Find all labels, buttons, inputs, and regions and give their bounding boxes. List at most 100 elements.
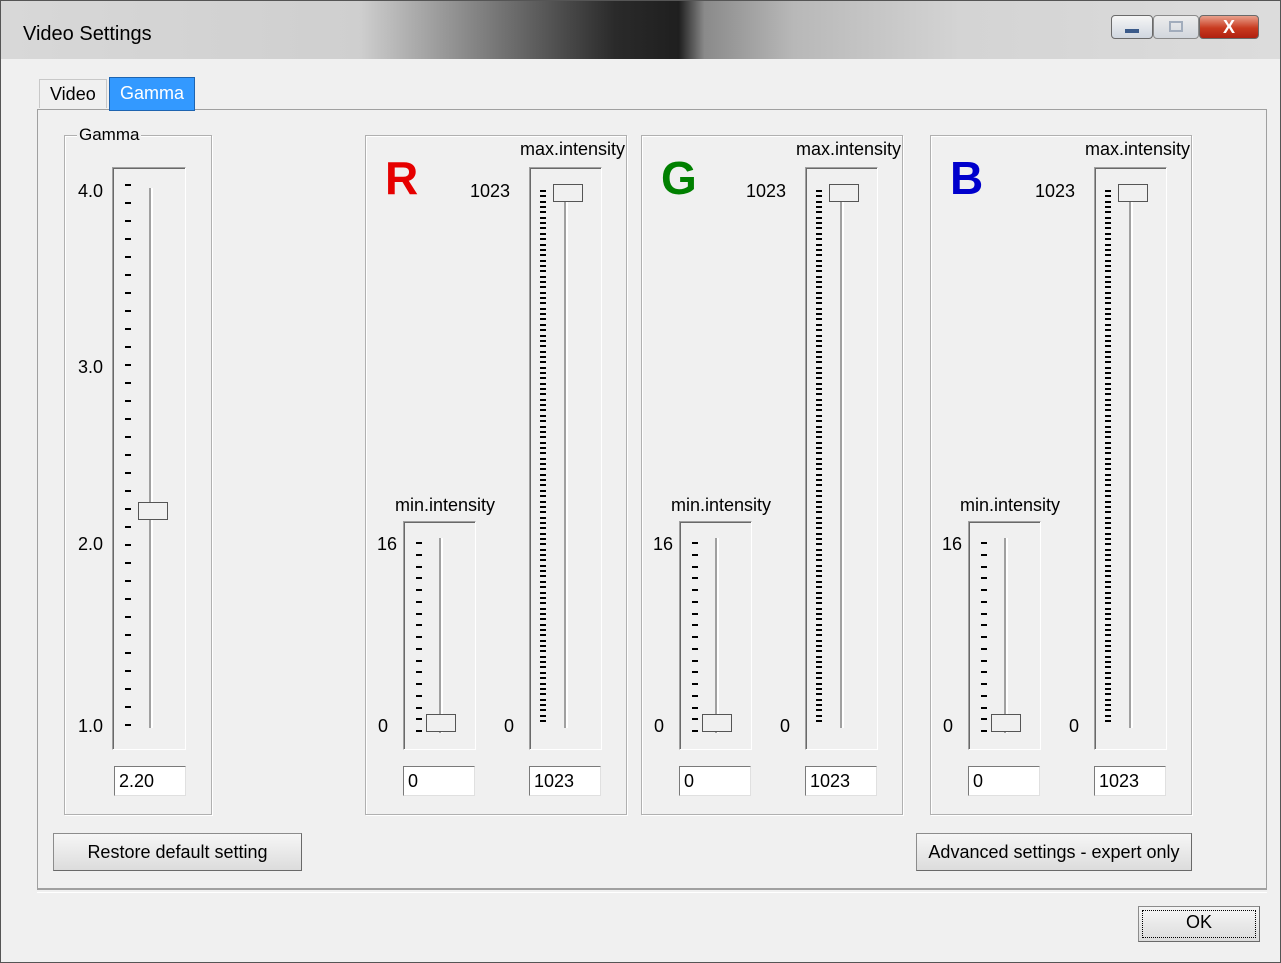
- slider-tick: [1105, 265, 1111, 267]
- slider-tick: [1105, 650, 1111, 652]
- slider-tick: [1105, 404, 1111, 406]
- gamma-value-field[interactable]: 2.20: [114, 766, 186, 796]
- slider-tick: [1105, 575, 1111, 577]
- slider-tick: [816, 217, 822, 219]
- slider-tick: [816, 383, 822, 385]
- tab-gamma[interactable]: Gamma: [109, 77, 196, 111]
- slider-tick: [1105, 388, 1111, 390]
- title-bar[interactable]: Video Settings X: [1, 1, 1280, 59]
- slider-tick: [540, 495, 546, 497]
- slider-tick: [416, 718, 422, 720]
- channel-g-min-ticks: [692, 542, 698, 732]
- channel-r-max-thumb[interactable]: [553, 184, 583, 202]
- channel-g-max-thumb[interactable]: [829, 184, 859, 202]
- close-button[interactable]: X: [1199, 15, 1259, 39]
- channel-b-min-bottom-value: 0: [943, 716, 954, 736]
- slider-tick: [1105, 335, 1111, 337]
- channel-g-min-thumb[interactable]: [702, 714, 732, 732]
- channel-g-max-value-field[interactable]: 1023: [805, 766, 877, 796]
- gamma-tick-label-2: 2.0: [78, 534, 104, 554]
- channel-r-max-track: [564, 188, 568, 728]
- slider-tick: [125, 256, 131, 258]
- slider-tick: [540, 393, 546, 395]
- channel-r-min-ticks: [416, 542, 422, 732]
- channel-r-max-value-field[interactable]: 1023: [529, 766, 601, 796]
- gamma-tick-label-3: 3.0: [78, 357, 104, 377]
- tab-video[interactable]: Video: [39, 79, 107, 108]
- channel-b-max-slider[interactable]: [1094, 167, 1167, 750]
- minimize-button[interactable]: [1111, 15, 1153, 39]
- slider-tick: [816, 527, 822, 529]
- slider-tick: [816, 709, 822, 711]
- slider-tick: [1105, 324, 1111, 326]
- channel-r-min-slider[interactable]: [403, 521, 476, 750]
- channel-g-max-slider[interactable]: [805, 167, 878, 750]
- slider-tick: [540, 586, 546, 588]
- slider-tick: [816, 233, 822, 235]
- gamma-slider[interactable]: [112, 167, 186, 750]
- channel-g-min-value-field[interactable]: 0: [679, 766, 751, 796]
- slider-tick: [816, 302, 822, 304]
- advanced-settings-button[interactable]: Advanced settings - expert only: [916, 833, 1192, 871]
- close-icon: X: [1222, 17, 1235, 37]
- slider-tick: [692, 577, 698, 579]
- slider-tick: [816, 281, 822, 283]
- slider-tick: [540, 227, 546, 229]
- slider-tick: [540, 624, 546, 626]
- slider-tick: [816, 318, 822, 320]
- slider-tick: [540, 613, 546, 615]
- slider-tick: [692, 636, 698, 638]
- slider-tick: [1105, 495, 1111, 497]
- slider-tick: [1105, 602, 1111, 604]
- slider-tick: [540, 308, 546, 310]
- slider-tick: [540, 436, 546, 438]
- slider-tick: [416, 648, 422, 650]
- channel-b-min-value-field[interactable]: 0: [968, 766, 1040, 796]
- slider-tick: [540, 404, 546, 406]
- slider-tick: [692, 566, 698, 568]
- slider-tick: [125, 418, 131, 420]
- channel-r-min-thumb[interactable]: [426, 714, 456, 732]
- channel-b-max-thumb[interactable]: [1118, 184, 1148, 202]
- slider-tick: [1105, 629, 1111, 631]
- slider-tick: [1105, 458, 1111, 460]
- slider-tick: [816, 335, 822, 337]
- channel-b-min-thumb[interactable]: [991, 714, 1021, 732]
- slider-tick: [125, 220, 131, 222]
- slider-tick: [816, 431, 822, 433]
- slider-tick: [416, 577, 422, 579]
- channel-r-max-slider[interactable]: [529, 167, 602, 750]
- slider-tick: [1105, 720, 1111, 722]
- slider-tick: [125, 454, 131, 456]
- slider-tick: [1105, 618, 1111, 620]
- slider-tick: [1105, 656, 1111, 658]
- slider-tick: [816, 559, 822, 561]
- slider-tick: [540, 699, 546, 701]
- restore-default-button[interactable]: Restore default setting: [53, 833, 302, 871]
- slider-tick: [540, 720, 546, 722]
- slider-tick: [540, 479, 546, 481]
- slider-tick: [540, 463, 546, 465]
- slider-tick: [981, 554, 987, 556]
- channel-r-min-value-field[interactable]: 0: [403, 766, 475, 796]
- slider-tick: [540, 190, 546, 192]
- slider-tick: [540, 575, 546, 577]
- channel-b-min-slider[interactable]: [968, 521, 1041, 750]
- slider-tick: [125, 706, 131, 708]
- slider-tick: [816, 704, 822, 706]
- ok-button[interactable]: OK: [1138, 906, 1260, 942]
- slider-tick: [416, 601, 422, 603]
- slider-tick: [1105, 586, 1111, 588]
- slider-tick: [1105, 372, 1111, 374]
- slider-tick: [540, 656, 546, 658]
- slider-tick: [540, 538, 546, 540]
- slider-tick: [540, 522, 546, 524]
- slider-tick: [816, 479, 822, 481]
- channel-r-letter: R: [385, 152, 419, 204]
- channel-g-min-slider[interactable]: [679, 521, 752, 750]
- gamma-slider-thumb[interactable]: [138, 502, 168, 520]
- channel-b-max-ticks: [1105, 190, 1111, 725]
- channel-b-max-value-field[interactable]: 1023: [1094, 766, 1166, 796]
- slider-tick: [816, 613, 822, 615]
- slider-tick: [1105, 222, 1111, 224]
